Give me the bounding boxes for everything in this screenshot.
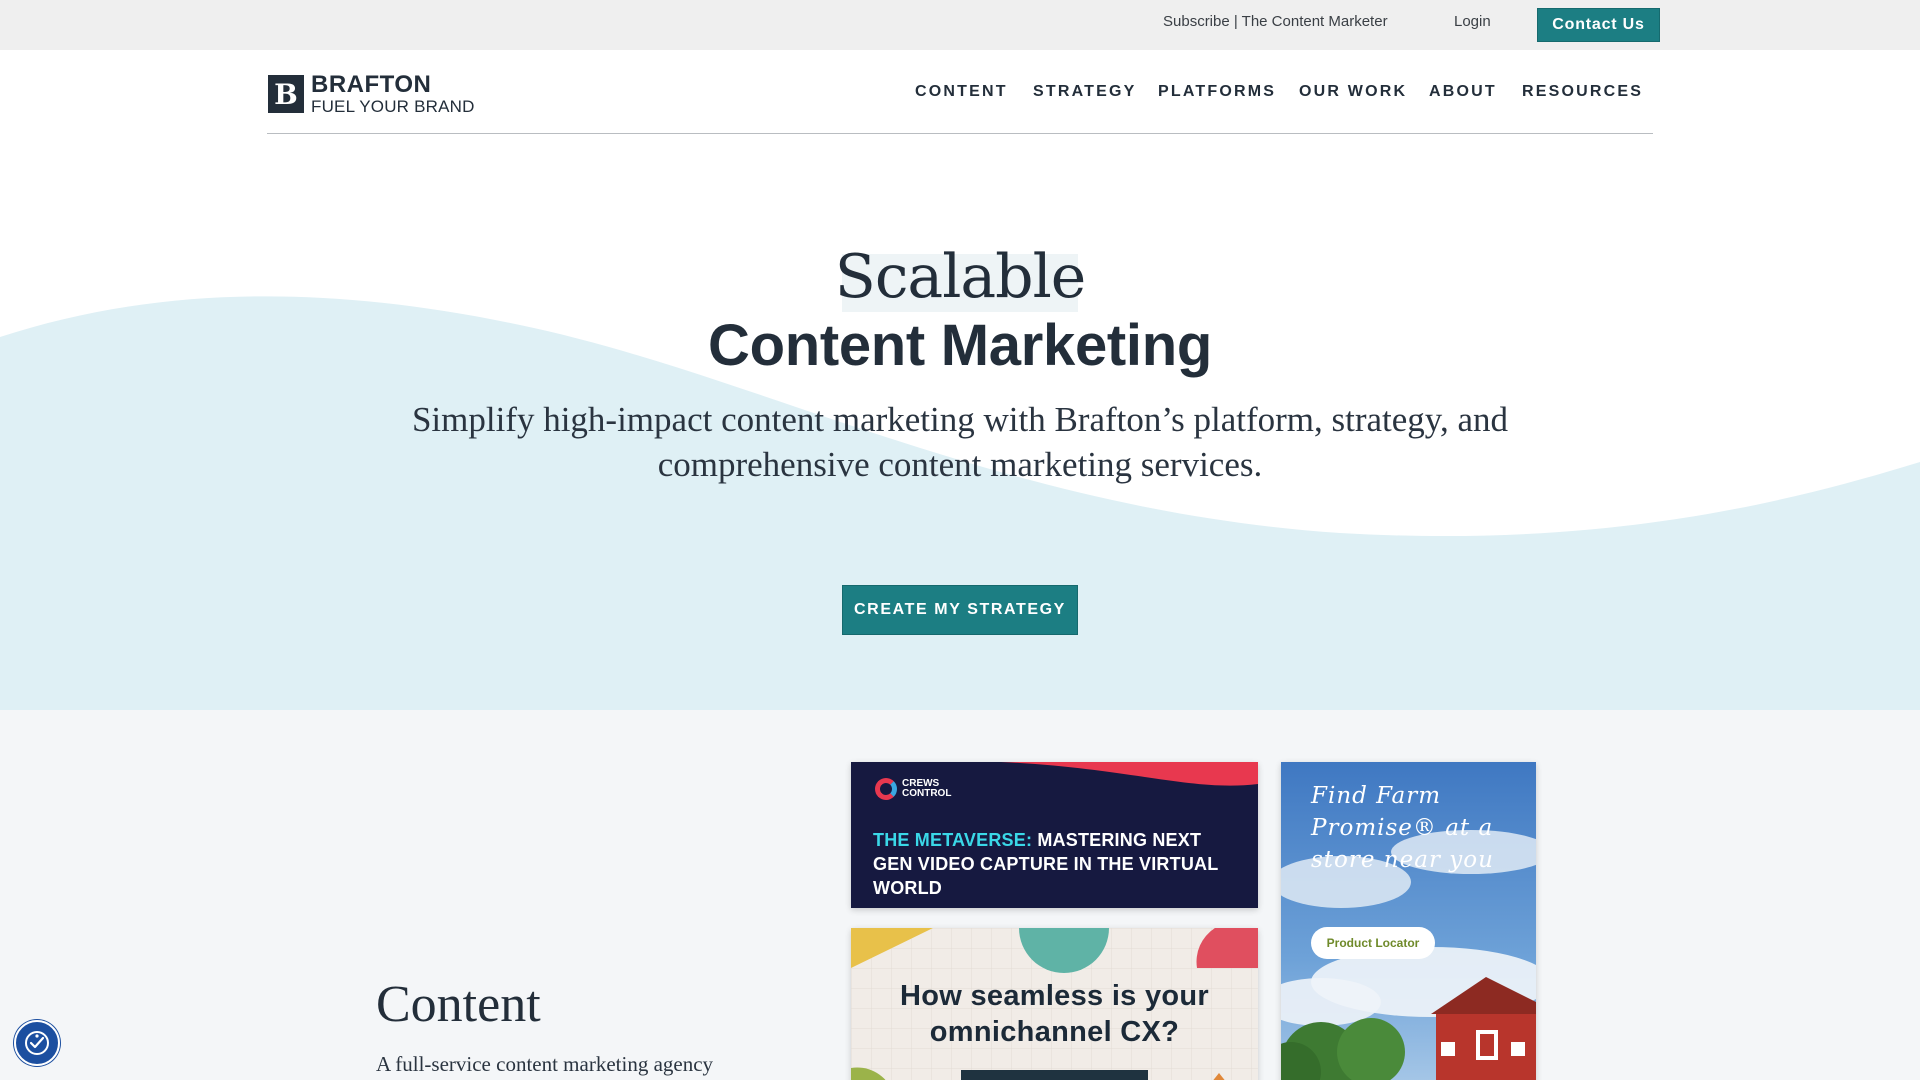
contact-us-button[interactable]: Contact Us [1537, 8, 1660, 42]
content-section: Content A full-service content marketing… [0, 710, 1920, 1080]
crews-control-card[interactable]: CREWS CONTROL THE METAVERSE: MASTERING N… [851, 762, 1258, 908]
hero-eyebrow: Scalable [834, 242, 1087, 312]
main-nav: CONTENT STRATEGY PLATFORMS OUR WORK ABOU… [0, 83, 1920, 103]
header-divider [267, 133, 1653, 134]
subscribe-link[interactable]: Subscribe | The Content Marketer [1163, 13, 1388, 30]
hero-subtitle: Simplify high-impact content marketing w… [411, 400, 1509, 484]
nav-item-content[interactable]: CONTENT [915, 83, 1008, 101]
nav-item-our-work[interactable]: OUR WORK [1299, 83, 1407, 101]
nav-item-strategy[interactable]: STRATEGY [1033, 83, 1137, 101]
omni-headline: How seamless is your omnichannel CX? [899, 980, 1210, 1048]
section-title: Content [376, 976, 541, 1033]
utility-bar: Subscribe | The Content Marketer Login C… [0, 0, 1920, 50]
nav-item-resources[interactable]: RESOURCES [1522, 83, 1643, 101]
farm-promise-card[interactable]: Find Farm Promise® at a store near you P… [1281, 762, 1536, 1080]
site-header: B BRAFTON FUEL YOUR BRAND CONTENT STRATE… [0, 50, 1920, 135]
crews-brand-name: CREWS CONTROL [902, 778, 952, 799]
hero-title: Content Marketing [707, 313, 1212, 378]
product-locator-button[interactable]: Product Locator [1311, 927, 1435, 959]
crews-logo-icon [875, 778, 897, 800]
login-link[interactable]: Login [1454, 13, 1491, 30]
accessibility-button[interactable] [14, 1020, 60, 1066]
crews-headline: THE METAVERSE: MASTERING NEXT GEN VIDEO … [873, 828, 1233, 900]
omni-button-bar [961, 1070, 1148, 1080]
farm-headline: Find Farm Promise® at a store near you [1311, 783, 1494, 873]
create-strategy-button[interactable]: CREATE MY STRATEGY [842, 585, 1078, 635]
crews-headline-accent: THE METAVERSE: [873, 830, 1033, 850]
section-description: A full-service content marketing agency [376, 1052, 714, 1076]
crews-control-logo: CREWS CONTROL [875, 778, 962, 800]
nav-item-about[interactable]: ABOUT [1429, 83, 1497, 101]
hero-section: Scalable Content Marketing Simplify high… [0, 135, 1920, 710]
accessibility-icon [25, 1031, 49, 1055]
omnichannel-card[interactable]: How seamless is your omnichannel CX? [851, 928, 1258, 1080]
nav-item-platforms[interactable]: PLATFORMS [1158, 83, 1276, 101]
